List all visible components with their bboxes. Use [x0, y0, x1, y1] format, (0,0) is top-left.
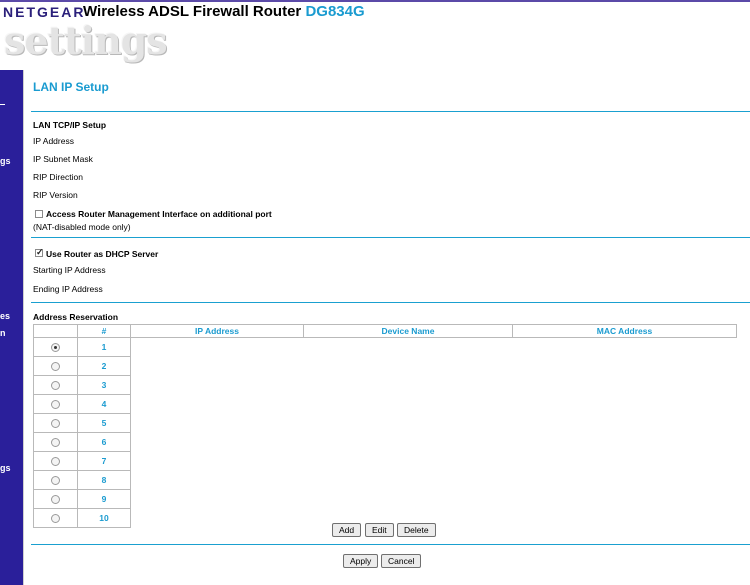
row-number: 2: [77, 356, 131, 376]
row-select-cell: [33, 375, 78, 395]
nat-note: (NAT-disabled mode only): [33, 222, 131, 232]
additional-port-label: Access Router Management Interface on ad…: [46, 209, 272, 219]
starting-ip-label: Starting IP Address: [33, 265, 106, 275]
additional-port-checkbox[interactable]: [35, 210, 43, 218]
sidebar-item-fragment[interactable]: gs: [0, 463, 11, 473]
row-select-cell: [33, 337, 78, 357]
rip-version-label: RIP Version: [33, 190, 78, 200]
table-row: 9: [33, 489, 737, 509]
cancel-button[interactable]: Cancel: [381, 554, 422, 568]
header-top-rule: [0, 0, 750, 2]
add-button[interactable]: Add: [332, 523, 362, 537]
row-number: 5: [77, 413, 131, 433]
column-header-number: #: [77, 324, 131, 338]
divider: [31, 237, 750, 238]
row-number: 3: [77, 375, 131, 395]
row-radio-button[interactable]: [51, 419, 60, 429]
table-row: 6: [33, 432, 737, 452]
row-radio-button[interactable]: [51, 514, 60, 524]
divider: [31, 111, 750, 112]
row-number: 6: [77, 432, 131, 452]
divider: [31, 544, 750, 545]
row-number: 10: [77, 508, 131, 528]
table-row: 3: [33, 375, 737, 395]
sidebar-item-fragment[interactable]: es: [0, 311, 10, 321]
address-reservation-title: Address Reservation: [33, 312, 119, 322]
row-select-cell: [33, 413, 78, 433]
table-header-row: # IP Address Device Name MAC Address: [33, 324, 737, 338]
address-reservation-table: # IP Address Device Name MAC Address 1 2…: [33, 324, 737, 528]
row-select-cell: [33, 470, 78, 490]
row-number: 8: [77, 470, 131, 490]
row-radio-button[interactable]: [51, 438, 60, 448]
row-radio-button[interactable]: [51, 381, 60, 391]
settings-logo: settings: [4, 18, 168, 63]
table-row: 7: [33, 451, 737, 471]
row-radio-button[interactable]: [51, 343, 60, 353]
edit-button[interactable]: Edit: [365, 523, 394, 537]
sidebar-item-fragment[interactable]: n: [0, 328, 6, 338]
rip-direction-label: RIP Direction: [33, 172, 83, 182]
row-select-cell: [33, 451, 78, 471]
sidebar-separator: [0, 104, 5, 105]
table-row: 4: [33, 394, 737, 414]
row-number: 7: [77, 451, 131, 471]
row-select-cell: [33, 394, 78, 414]
row-number: 4: [77, 394, 131, 414]
ip-address-label: IP Address: [33, 136, 74, 146]
column-header-device-name: Device Name: [303, 324, 513, 338]
row-radio-button[interactable]: [51, 362, 60, 372]
main-panel: LAN IP Setup LAN TCP/IP Setup IP Address…: [23, 70, 750, 585]
header: NETGEAR Wireless ADSL Firewall Router DG…: [0, 0, 750, 70]
ending-ip-label: Ending IP Address: [33, 284, 103, 294]
subnet-mask-label: IP Subnet Mask: [33, 154, 93, 164]
row-select-cell: [33, 489, 78, 509]
delete-button[interactable]: Delete: [397, 523, 436, 537]
table-row: 5: [33, 413, 737, 433]
sidebar-nav: gs es n gs: [0, 70, 23, 585]
table-row: 8: [33, 470, 737, 490]
row-radio-button[interactable]: [51, 400, 60, 410]
row-radio-button[interactable]: [51, 476, 60, 486]
row-select-cell: [33, 356, 78, 376]
divider: [31, 302, 750, 303]
apply-button[interactable]: Apply: [343, 554, 379, 568]
row-radio-button[interactable]: [51, 457, 60, 467]
column-header-ip-address: IP Address: [130, 324, 304, 338]
column-header-select: [33, 324, 78, 338]
row-radio-button[interactable]: [51, 495, 60, 505]
table-row: 1: [33, 337, 737, 357]
row-number: 9: [77, 489, 131, 509]
sidebar-item-fragment[interactable]: gs: [0, 156, 11, 166]
page-title: LAN IP Setup: [33, 80, 109, 94]
row-select-cell: [33, 432, 78, 452]
row-number: 1: [77, 337, 131, 357]
row-select-cell: [33, 508, 78, 528]
table-row: 2: [33, 356, 737, 376]
product-model: DG834G: [305, 3, 365, 20]
dhcp-server-label: Use Router as DHCP Server: [46, 249, 159, 259]
column-header-mac-address: MAC Address: [512, 324, 737, 338]
lan-section-title: LAN TCP/IP Setup: [33, 120, 107, 130]
dhcp-server-checkbox[interactable]: [35, 247, 44, 258]
